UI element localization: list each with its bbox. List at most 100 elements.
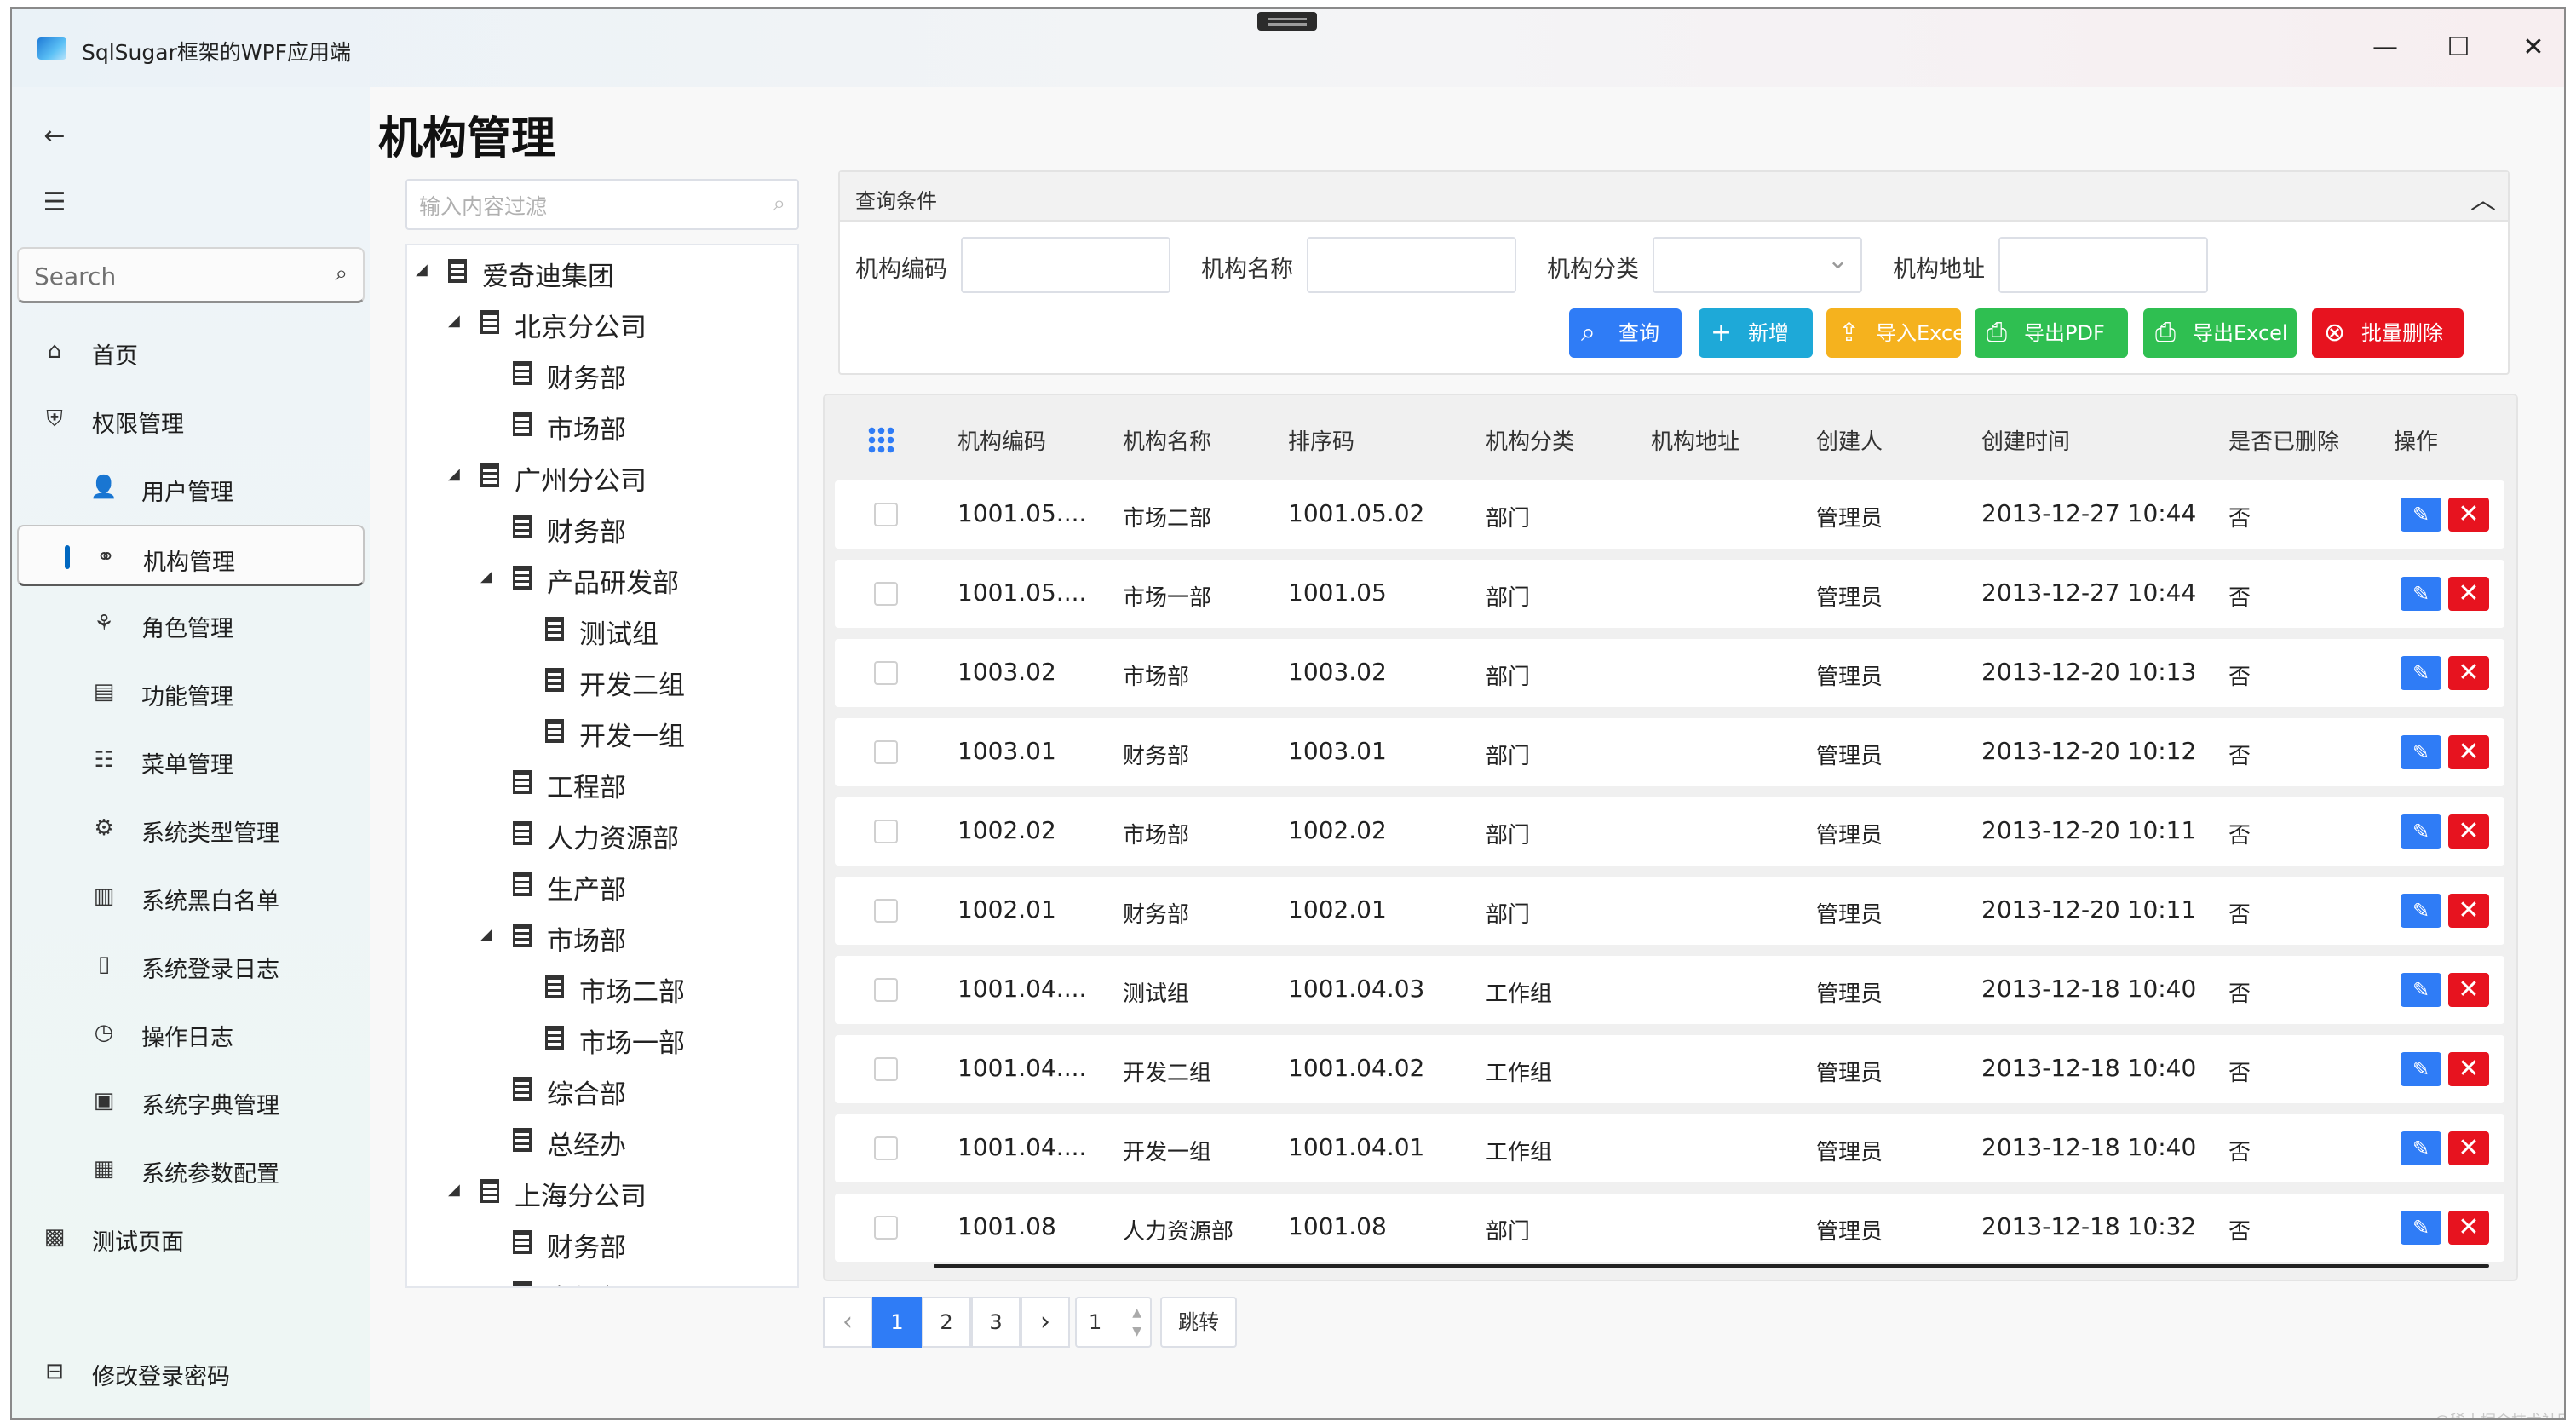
table-row[interactable]: 1001.05.... 市场一部 1001.05 部门 管理员 2013-12-27 10… [835,560,2504,628]
jump-button[interactable]: 跳转 [1160,1297,1237,1348]
sidebar-item[interactable]: ▤ 功能管理 [17,661,365,722]
row-checkbox[interactable] [874,899,898,923]
delete-icon[interactable]: ✕ [2448,1131,2489,1165]
column-header[interactable]: 机构编码 [957,424,1046,456]
edit-icon[interactable]: ✎ [2401,973,2441,1007]
column-header[interactable]: 机构名称 [1123,424,1211,456]
query-button[interactable]: + 新增 [1699,308,1813,358]
delete-icon[interactable]: ✕ [2448,577,2489,611]
query-button[interactable]: ⊗ 批量删除 [2312,308,2464,358]
sidebar-item[interactable]: ⊟ 修改登录密码 [17,1341,365,1402]
page-jump-input[interactable]: 1 ▲ ▼ [1075,1297,1152,1348]
delete-icon[interactable]: ✕ [2448,735,2489,769]
sidebar-item[interactable]: ☷ 菜单管理 [17,729,365,791]
table-row[interactable]: 1001.08 人力资源部 1001.08 部门 管理员 2013-12-18 10:32… [835,1194,2504,1262]
expand-arrow-icon[interactable]: ◢ [448,465,460,483]
column-header[interactable]: 排序码 [1288,424,1354,456]
close-button[interactable]: ✕ [2508,26,2559,70]
search-icon[interactable]: ⌕ [773,191,785,217]
sidebar-item[interactable]: ▣ 系统字典管理 [17,1070,365,1131]
query-button[interactable]: ⎙ 导出Excel [2143,308,2297,358]
row-checkbox[interactable] [874,503,898,526]
table-row[interactable]: 1003.02 市场部 1003.02 部门 管理员 2013-12-20 10:13 否 ✎… [835,639,2504,707]
table-row[interactable]: 1001.04.... 开发一组 1001.04.01 工作组 管理员 2013-12-1… [835,1114,2504,1182]
tree-filter-input[interactable] [419,191,743,222]
sidebar-item[interactable]: ⚙系统设置 [17,1409,365,1418]
stepper-icon[interactable]: ▲ ▼ [1132,1303,1141,1341]
org-code-input[interactable] [961,237,1170,293]
expand-arrow-icon[interactable]: ◢ [480,567,492,585]
row-checkbox[interactable] [874,1057,898,1081]
back-icon[interactable]: ← [29,111,80,162]
table-row[interactable]: 1002.01 财务部 1002.01 部门 管理员 2013-12-20 10:11 否 ✎… [835,877,2504,945]
table-row[interactable]: 1001.04.... 开发二组 1001.04.02 工作组 管理员 2013-12-1… [835,1035,2504,1103]
query-button[interactable]: ⇪ 导入Excel [1826,308,1971,358]
expand-arrow-icon[interactable]: ◢ [448,312,460,330]
collapse-icon[interactable]: ︿ [2470,179,2496,216]
column-header[interactable]: 机构分类 [1486,424,1574,456]
delete-icon[interactable]: ✕ [2448,1052,2489,1086]
table-row[interactable]: 1001.05.... 市场二部 1001.05.02 部门 管理员 2013-12-27… [835,480,2504,549]
drag-handle[interactable] [1257,12,1317,31]
sidebar-item[interactable]: ⚙ 系统类型管理 [17,797,365,859]
edit-icon[interactable]: ✎ [2401,814,2441,849]
edit-icon[interactable]: ✎ [2401,1131,2441,1165]
sidebar-item[interactable]: ⛨ 权限管理 [17,388,365,450]
edit-icon[interactable]: ✎ [2401,735,2441,769]
query-button[interactable]: ⌕ 查询 [1569,308,1682,358]
delete-icon[interactable]: ✕ [2448,814,2489,849]
column-header[interactable]: 创建人 [1816,424,1883,456]
sidebar-item[interactable]: ◷ 操作日志 [17,1002,365,1063]
sidebar-item[interactable]: ▩ 测试页面 [17,1206,365,1268]
delete-icon[interactable]: ✕ [2448,894,2489,928]
delete-icon[interactable]: ✕ [2448,1211,2489,1245]
delete-icon[interactable]: ✕ [2448,973,2489,1007]
search-icon[interactable]: ⌕ [335,261,348,287]
sidebar-item[interactable]: ▥ 系统黑白名单 [17,866,365,927]
page-button[interactable]: 1 [872,1297,922,1348]
row-checkbox[interactable] [874,820,898,843]
sidebar-item[interactable]: 👤 用户管理 [17,457,365,518]
table-row[interactable]: 1001.04.... 测试组 1001.04.03 工作组 管理员 2013-12-18… [835,956,2504,1024]
sidebar-item[interactable]: ⚭ 机构管理 [17,525,365,586]
query-button[interactable]: ⎙ 导出PDF [1975,308,2128,358]
sidebar-item[interactable]: ▯ 系统登录日志 [17,934,365,995]
sidebar-item[interactable]: ▦ 系统参数配置 [17,1138,365,1200]
delete-icon[interactable]: ✕ [2448,498,2489,532]
horizontal-scrollbar[interactable] [934,1264,2489,1268]
column-header[interactable]: 机构地址 [1651,424,1739,456]
table-row[interactable]: 1002.02 市场部 1002.02 部门 管理员 2013-12-20 10:11 否 ✎… [835,797,2504,866]
expand-arrow-icon[interactable]: ◢ [448,1181,460,1199]
expand-arrow-icon[interactable]: ◢ [480,925,492,943]
expand-arrow-icon[interactable]: ◢ [416,261,428,279]
prev-page-button[interactable]: ‹ [823,1297,872,1348]
row-checkbox[interactable] [874,740,898,764]
page-button[interactable]: 2 [922,1297,971,1348]
edit-icon[interactable]: ✎ [2401,1052,2441,1086]
hamburger-menu-icon[interactable]: ☰ [29,177,80,228]
row-checkbox[interactable] [874,661,898,685]
title-bar[interactable]: SqlSugar框架的WPF应用端 — ☐ ✕ [12,9,2564,87]
org-address-input[interactable] [1998,237,2208,293]
maximize-button[interactable]: ☐ [2433,26,2484,70]
row-checkbox[interactable] [874,978,898,1002]
minimize-button[interactable]: — [2360,26,2411,70]
sidebar-search-input[interactable] [34,259,307,293]
org-name-input[interactable] [1307,237,1516,293]
column-header[interactable]: 是否已删除 [2228,424,2339,456]
edit-icon[interactable]: ✎ [2401,577,2441,611]
edit-icon[interactable]: ✎ [2401,656,2441,690]
sidebar-item[interactable]: ⚘ 角色管理 [17,593,365,654]
table-row[interactable]: 1003.01 财务部 1003.01 部门 管理员 2013-12-20 10:12 否 ✎… [835,718,2504,786]
edit-icon[interactable]: ✎ [2401,894,2441,928]
column-header[interactable]: 操作 [2394,424,2438,456]
edit-icon[interactable]: ✎ [2401,1211,2441,1245]
query-panel-header[interactable]: 查询条件 ︿ [840,172,2508,222]
row-checkbox[interactable] [874,1216,898,1240]
edit-icon[interactable]: ✎ [2401,498,2441,532]
next-page-button[interactable]: › [1021,1297,1070,1348]
sidebar-item[interactable]: ⌂ 首页 [17,320,365,382]
row-checkbox[interactable] [874,582,898,606]
page-button[interactable]: 3 [971,1297,1021,1348]
column-chooser-icon[interactable] [867,426,894,453]
